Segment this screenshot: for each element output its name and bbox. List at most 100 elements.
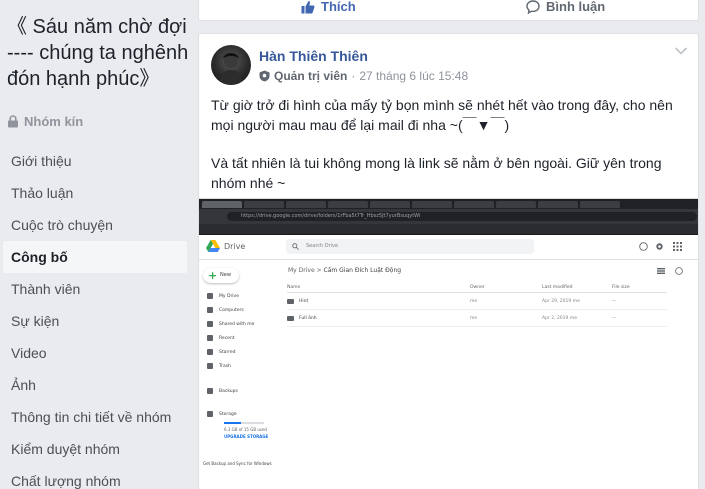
upgrade-storage-link: UPGRADE STORAGE (224, 434, 269, 439)
post-paragraph: Và tất nhiên là tui không mong là link s… (211, 155, 662, 191)
nav-item-quality[interactable]: Chất lượng nhóm (3, 465, 187, 489)
drive-nav-label: Starred (219, 349, 236, 355)
plus-icon: + (208, 269, 218, 282)
comment-label: Bình luận (546, 0, 606, 14)
drive-sidebar: + New My Drive Computers Shared with me … (199, 261, 279, 489)
previous-post-actions: Thích Bình luận (198, 0, 699, 21)
drive-header: Drive Search Drive (199, 235, 698, 260)
trash-icon (207, 363, 213, 369)
drive-nav-item: Computers (207, 307, 244, 313)
chevron-down-icon[interactable] (674, 46, 688, 56)
file-size: — (612, 299, 617, 304)
folder-icon (287, 299, 294, 304)
post-role: Quản trị viên (274, 69, 348, 83)
file-modified: Apr 29, 2019 me (542, 299, 580, 304)
drive-new-label: New (220, 272, 231, 278)
avatar[interactable] (211, 45, 251, 85)
comment-icon (526, 0, 540, 14)
people-icon (207, 321, 213, 327)
drive-main: My Drive > Cấm Gian Đích Luật Động Name … (279, 261, 698, 489)
file-owner: me (470, 316, 478, 321)
browser-tab (412, 200, 452, 208)
post-author[interactable]: Hàn Thiên Thiên (259, 48, 368, 64)
group-title[interactable]: 《 Sáu năm chờ đợi ---- chúng ta nghênh đ… (7, 14, 190, 92)
column-name: Name (287, 285, 301, 290)
drive-app: Drive Search Drive + New My Drive Comput… (199, 235, 698, 489)
column-size: File size (612, 285, 630, 290)
file-list-header: Name Owner Last modified File size (287, 283, 667, 293)
file-modified: Apr 2, 2019 me (542, 316, 577, 321)
browser-tab (202, 200, 242, 208)
drive-nav-label: Recent (219, 335, 235, 341)
file-name: Full ảnh (299, 316, 317, 321)
apps-grid-icon (673, 242, 682, 251)
post-image[interactable]: https://drive.google.com/drive/folders/1… (199, 198, 698, 489)
clock-icon (207, 335, 213, 341)
address-bar: https://drive.google.com/drive/folders/1… (227, 212, 697, 221)
avatar-image (219, 53, 243, 85)
browser-tab (454, 200, 494, 208)
drive-search-placeholder: Search Drive (306, 243, 339, 249)
file-size: — (612, 316, 617, 321)
grid-view-icon (657, 268, 665, 274)
file-name: Hint (299, 299, 309, 304)
folder-icon (207, 293, 213, 299)
nav-item-announcements[interactable]: Công bố (3, 241, 187, 273)
comment-button[interactable]: Bình luận (526, 0, 605, 14)
drive-nav-label: Storage (219, 411, 237, 417)
post-body: Từ giờ trở đi hình của mấy tỷ bọn mình s… (211, 95, 689, 211)
browser-tab (496, 200, 536, 208)
info-icon (675, 267, 683, 275)
nav-item-insights[interactable]: Thông tin chi tiết về nhóm (3, 401, 187, 433)
computer-icon (207, 307, 213, 313)
browser-tab (580, 200, 620, 208)
nav-item-photos[interactable]: Ảnh (3, 369, 187, 401)
post-timestamp[interactable]: 27 tháng 6 lúc 15:48 (359, 69, 468, 83)
star-icon (207, 349, 213, 355)
file-row: Full ảnh me Apr 2, 2019 me — (287, 311, 667, 327)
drive-breadcrumb: My Drive > Cấm Gian Đích Luật Động (288, 267, 401, 274)
help-icon (639, 242, 648, 251)
drive-nav-label: Trash (219, 363, 231, 369)
admin-badge-icon (259, 70, 270, 82)
nav-item-events[interactable]: Sự kiện (3, 305, 187, 337)
drive-logo-icon (206, 240, 220, 252)
column-owner: Owner (470, 285, 485, 290)
bookmarks-bar (199, 224, 698, 235)
group-privacy: Nhóm kín (7, 114, 83, 129)
nav-item-videos[interactable]: Video (3, 337, 187, 369)
nav-item-discussion[interactable]: Thảo luận (3, 177, 187, 209)
group-sidebar: 《 Sáu năm chờ đợi ---- chúng ta nghênh đ… (0, 0, 190, 489)
drive-nav-item: Storage (207, 411, 237, 417)
file-row: Hint me Apr 29, 2019 me — (287, 294, 667, 310)
post-card: Hàn Thiên Thiên Quản trị viên · 27 tháng… (198, 33, 699, 489)
lock-icon (8, 115, 18, 128)
group-nav: Giới thiệu Thảo luận Cuộc trò chuyện Côn… (3, 145, 187, 489)
like-label: Thích (321, 0, 356, 14)
nav-item-chats[interactable]: Cuộc trò chuyện (3, 209, 187, 241)
browser-tab (328, 200, 368, 208)
browser-tab (244, 200, 284, 208)
drive-search-box: Search Drive (286, 239, 534, 254)
browser-toolbar: https://drive.google.com/drive/folders/1… (199, 209, 698, 224)
drive-nav-label: My Drive (219, 293, 239, 299)
breadcrumb-root: My Drive (288, 267, 315, 274)
column-modified: Last modified (542, 285, 573, 290)
drive-nav-item: My Drive (207, 293, 239, 299)
nav-item-members[interactable]: Thành viên (3, 273, 187, 305)
meta-separator: · (351, 69, 356, 83)
post-paragraph: Từ giờ trở đi hình của mấy tỷ bọn mình s… (211, 97, 673, 133)
gear-icon (656, 243, 663, 250)
nav-item-moderation[interactable]: Kiểm duyệt nhóm (3, 433, 187, 465)
browser-tab (286, 200, 326, 208)
nav-item-about[interactable]: Giới thiệu (3, 145, 187, 177)
thumbs-up-icon (301, 0, 315, 13)
backup-icon (207, 388, 213, 394)
drive-nav-item: Trash (207, 363, 231, 369)
like-button[interactable]: Thích (301, 0, 356, 14)
drive-new-button: + New (203, 268, 239, 283)
backup-sync-promo: Get Backup and Sync for Windows (203, 461, 272, 466)
drive-nav-item: Starred (207, 349, 236, 355)
breadcrumb-current: Cấm Gian Đích Luật Động (323, 267, 402, 274)
search-icon (292, 243, 299, 250)
